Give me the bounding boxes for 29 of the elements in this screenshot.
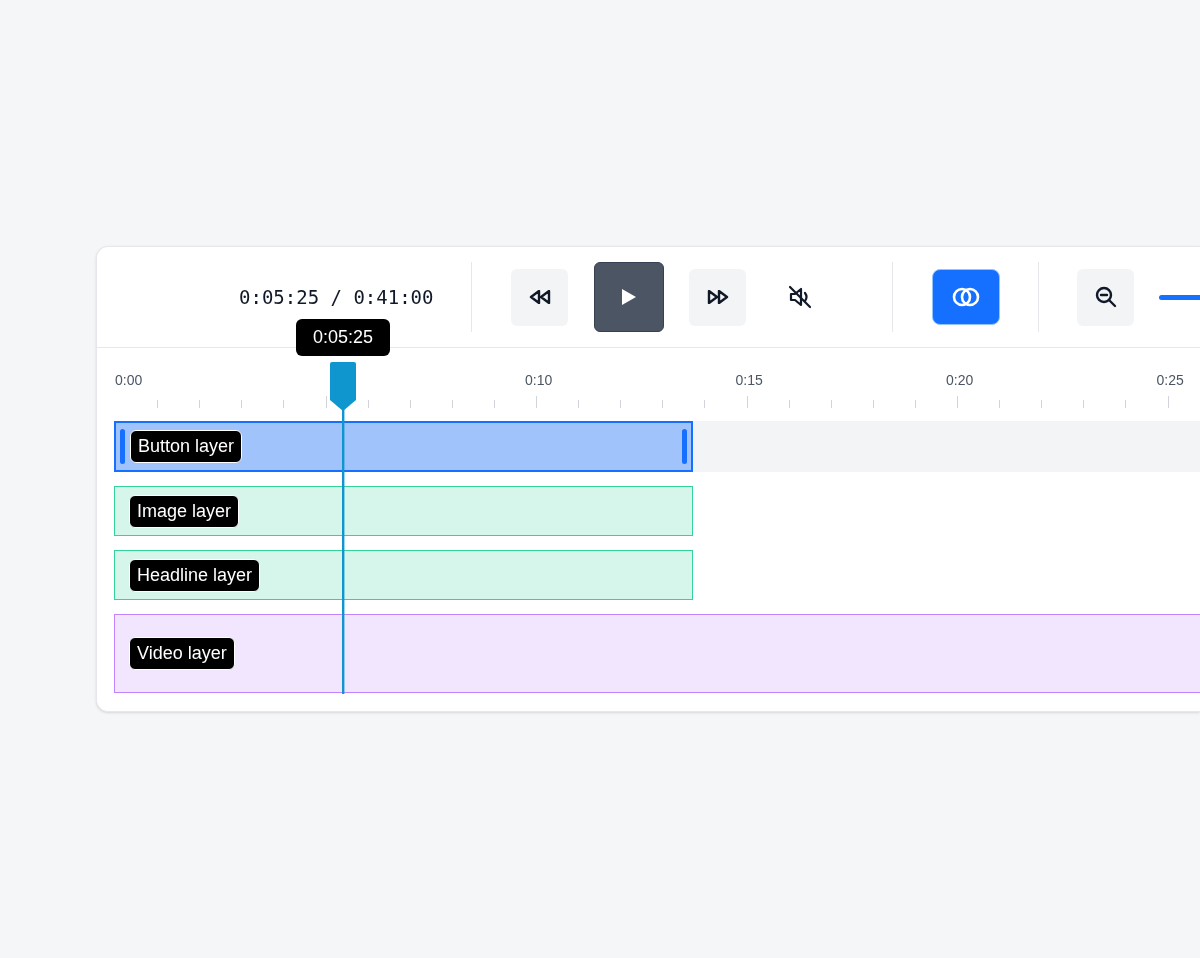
overlap-circles-icon bbox=[951, 286, 982, 308]
rewind-button[interactable] bbox=[511, 268, 569, 326]
play-button[interactable] bbox=[594, 262, 665, 332]
layer-label: Video layer bbox=[129, 637, 235, 670]
layer-label: Headline layer bbox=[129, 558, 261, 592]
play-icon bbox=[621, 288, 638, 306]
ruler-label: 0:25 bbox=[1156, 371, 1184, 390]
ruler-label: 0:10 bbox=[525, 371, 553, 390]
timecode: 0:05:25 / 0:41:00 bbox=[239, 284, 434, 310]
zoom-out-icon bbox=[1093, 285, 1118, 309]
layer-label: Image layer bbox=[129, 494, 240, 528]
mute-icon bbox=[787, 284, 814, 310]
trim-handle[interactable] bbox=[682, 429, 687, 464]
zoom-out-button[interactable] bbox=[1077, 268, 1135, 326]
rewind-icon bbox=[528, 290, 551, 304]
layer-clip[interactable]: Image layer bbox=[114, 486, 693, 536]
layer-clip[interactable]: Button layer bbox=[114, 421, 693, 472]
playhead-time-tooltip: 0:05:25 bbox=[296, 319, 390, 356]
ruler-label: 0:00 bbox=[115, 371, 143, 390]
playhead[interactable] bbox=[328, 362, 358, 694]
trim-handle[interactable] bbox=[120, 429, 125, 464]
blend-button[interactable] bbox=[932, 269, 1001, 325]
layer-clip[interactable]: Headline layer bbox=[114, 550, 693, 600]
ruler-label: 0:20 bbox=[946, 371, 974, 390]
fast-forward-button[interactable] bbox=[689, 268, 747, 326]
video-clip[interactable]: Video layer bbox=[114, 614, 1200, 693]
fast-forward-icon bbox=[706, 290, 729, 304]
ruler-label: 0:15 bbox=[735, 371, 763, 390]
layer-label: Button layer bbox=[130, 430, 243, 463]
